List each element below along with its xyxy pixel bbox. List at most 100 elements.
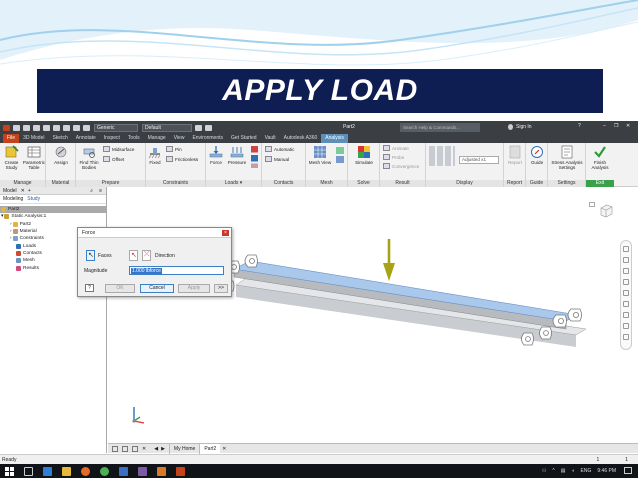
redo-icon[interactable] bbox=[53, 124, 60, 131]
expand-icon[interactable]: › bbox=[10, 229, 12, 234]
tile-icon[interactable] bbox=[112, 445, 118, 452]
zoom-icon[interactable] bbox=[623, 268, 629, 274]
tab-get-started[interactable]: Get Started bbox=[227, 134, 261, 143]
action-center-icon[interactable] bbox=[624, 467, 632, 474]
close-icon[interactable]: ✕ bbox=[626, 123, 630, 129]
doc-tab-my-home[interactable]: My Home bbox=[168, 443, 199, 454]
display-options-icon[interactable] bbox=[429, 146, 455, 166]
arrange-icon[interactable] bbox=[132, 445, 138, 452]
next-doc-icon[interactable]: ▶ bbox=[161, 446, 165, 452]
update-icon[interactable] bbox=[73, 124, 80, 131]
report-button[interactable]: Report bbox=[505, 145, 525, 165]
powerpoint-icon[interactable] bbox=[176, 466, 185, 476]
tab-annotate[interactable]: Annotate bbox=[72, 134, 100, 143]
probe-button[interactable]: Probe bbox=[383, 154, 404, 160]
people-icon[interactable]: ⚇ bbox=[542, 468, 546, 474]
undo-icon[interactable] bbox=[43, 124, 50, 131]
doc-tab-part2[interactable]: Part2 bbox=[199, 443, 221, 454]
beam-model[interactable] bbox=[226, 237, 586, 349]
windows-start-icon[interactable] bbox=[5, 466, 14, 476]
view-face-icon[interactable] bbox=[623, 323, 629, 329]
force-arrow-icon[interactable] bbox=[383, 239, 395, 281]
find-thin-bodies-button[interactable]: Find Thin Bodies bbox=[77, 145, 101, 170]
prev-doc-icon[interactable]: ◀ bbox=[154, 446, 158, 452]
tree-item-part2-root[interactable]: Part2 bbox=[0, 206, 106, 214]
measure-icon[interactable] bbox=[195, 124, 202, 131]
steering-wheel-icon[interactable] bbox=[623, 246, 629, 252]
simulate-button[interactable]: Simulate bbox=[351, 145, 377, 165]
open-icon[interactable] bbox=[23, 124, 30, 131]
add-panel-icon[interactable]: + bbox=[28, 188, 31, 194]
firefox-icon[interactable] bbox=[81, 466, 90, 476]
ok-button[interactable]: OK bbox=[105, 284, 135, 293]
search-icon[interactable]: ⌕ bbox=[90, 188, 93, 194]
close-panel-icon[interactable]: ✕ bbox=[21, 188, 25, 194]
finish-analysis-button[interactable]: Finish Analysis bbox=[587, 145, 613, 170]
frictionless-constraint-button[interactable]: Frictionless bbox=[166, 156, 198, 162]
collapse-icon[interactable]: ▾ bbox=[1, 214, 3, 219]
notifications-arrow-icon[interactable]: ^ bbox=[552, 468, 554, 474]
edge-icon[interactable] bbox=[43, 466, 52, 476]
orbit-icon[interactable] bbox=[623, 290, 629, 296]
automatic-contacts-button[interactable]: Automatic bbox=[265, 146, 294, 152]
viewcube-icon[interactable] bbox=[599, 204, 613, 218]
adjusted-dropdown[interactable]: Adjusted x1 bbox=[459, 156, 499, 164]
save-icon[interactable] bbox=[33, 124, 40, 131]
close-all-icon[interactable]: ✕ bbox=[142, 446, 146, 452]
language-indicator[interactable]: ENG bbox=[581, 468, 592, 474]
fixed-constraint-button[interactable]: Fixed bbox=[147, 145, 163, 165]
apply-button[interactable]: Apply bbox=[178, 284, 210, 293]
tab-vault[interactable]: Vault bbox=[261, 134, 280, 143]
chrome-icon[interactable] bbox=[100, 466, 109, 476]
force-button[interactable]: Force bbox=[207, 145, 225, 165]
appearance-dropdown[interactable]: Generic bbox=[94, 123, 138, 132]
pan-icon[interactable] bbox=[623, 257, 629, 263]
parametric-table-button[interactable]: Parametric Table bbox=[22, 145, 46, 170]
mesh-view-button[interactable]: Mesh View bbox=[307, 145, 333, 165]
doc-tab-close-icon[interactable]: ✕ bbox=[222, 446, 226, 452]
help-button[interactable]: ? bbox=[85, 284, 94, 292]
file-explorer-icon[interactable] bbox=[62, 466, 71, 476]
expand-icon[interactable]: › bbox=[10, 222, 12, 227]
expand-icon[interactable]: › bbox=[10, 236, 12, 241]
group-label-loads[interactable]: Loads ▾ bbox=[206, 180, 261, 187]
dialog-close-icon[interactable]: × bbox=[222, 230, 229, 236]
tab-study[interactable]: Study bbox=[27, 196, 40, 202]
app-icon[interactable] bbox=[138, 466, 147, 476]
tab-tools[interactable]: Tools bbox=[124, 134, 144, 143]
tab-inspect[interactable]: Inspect bbox=[100, 134, 124, 143]
create-study-button[interactable]: Create Study bbox=[1, 145, 22, 170]
sign-in-link[interactable]: Sign In bbox=[516, 124, 532, 130]
tab-view[interactable]: View bbox=[170, 134, 189, 143]
mail-icon[interactable] bbox=[119, 466, 128, 476]
parameters-icon[interactable] bbox=[205, 124, 212, 131]
network-icon[interactable]: ▤ bbox=[561, 468, 566, 474]
guide-button[interactable]: Guide bbox=[527, 145, 547, 165]
pin-constraint-button[interactable]: Pin bbox=[166, 146, 182, 152]
midsurface-button[interactable]: Midsurface bbox=[103, 146, 134, 152]
magnitude-input[interactable]: 1.000 lbforce bbox=[129, 266, 224, 275]
load-options-icon[interactable] bbox=[251, 146, 258, 168]
tab-environments[interactable]: Environments bbox=[188, 134, 227, 143]
tab-autodesk-a360[interactable]: Autodesk A360 bbox=[280, 134, 322, 143]
convergence-button[interactable]: Convergence bbox=[383, 163, 419, 169]
tab-sketch[interactable]: Sketch bbox=[48, 134, 71, 143]
mesh-settings-icon[interactable] bbox=[336, 147, 344, 163]
help-search-input[interactable]: Search Help & Commands... bbox=[400, 123, 480, 132]
restore-icon[interactable]: ❐ bbox=[614, 123, 618, 129]
minimize-icon[interactable]: – bbox=[603, 123, 606, 129]
tab-file[interactable]: File bbox=[3, 134, 20, 143]
tab-3d-model[interactable]: 3D Model bbox=[19, 134, 48, 143]
animate-button[interactable]: Animate bbox=[383, 145, 409, 151]
menu-icon[interactable]: ≡ bbox=[99, 188, 102, 194]
home-view-icon[interactable] bbox=[589, 202, 595, 207]
more-button[interactable]: >> bbox=[214, 284, 228, 293]
nav-bar-menu-icon[interactable] bbox=[623, 334, 629, 340]
volume-icon[interactable]: ◖ bbox=[572, 468, 575, 474]
new-icon[interactable] bbox=[13, 124, 20, 131]
tree-item-static-analysis[interactable]: ▾ Static Analysis:1 bbox=[0, 213, 106, 220]
home-icon[interactable] bbox=[63, 124, 70, 131]
pressure-button[interactable]: Pressure bbox=[225, 145, 249, 165]
manual-contacts-button[interactable]: Manual bbox=[265, 156, 289, 162]
user-icon[interactable] bbox=[508, 124, 513, 130]
